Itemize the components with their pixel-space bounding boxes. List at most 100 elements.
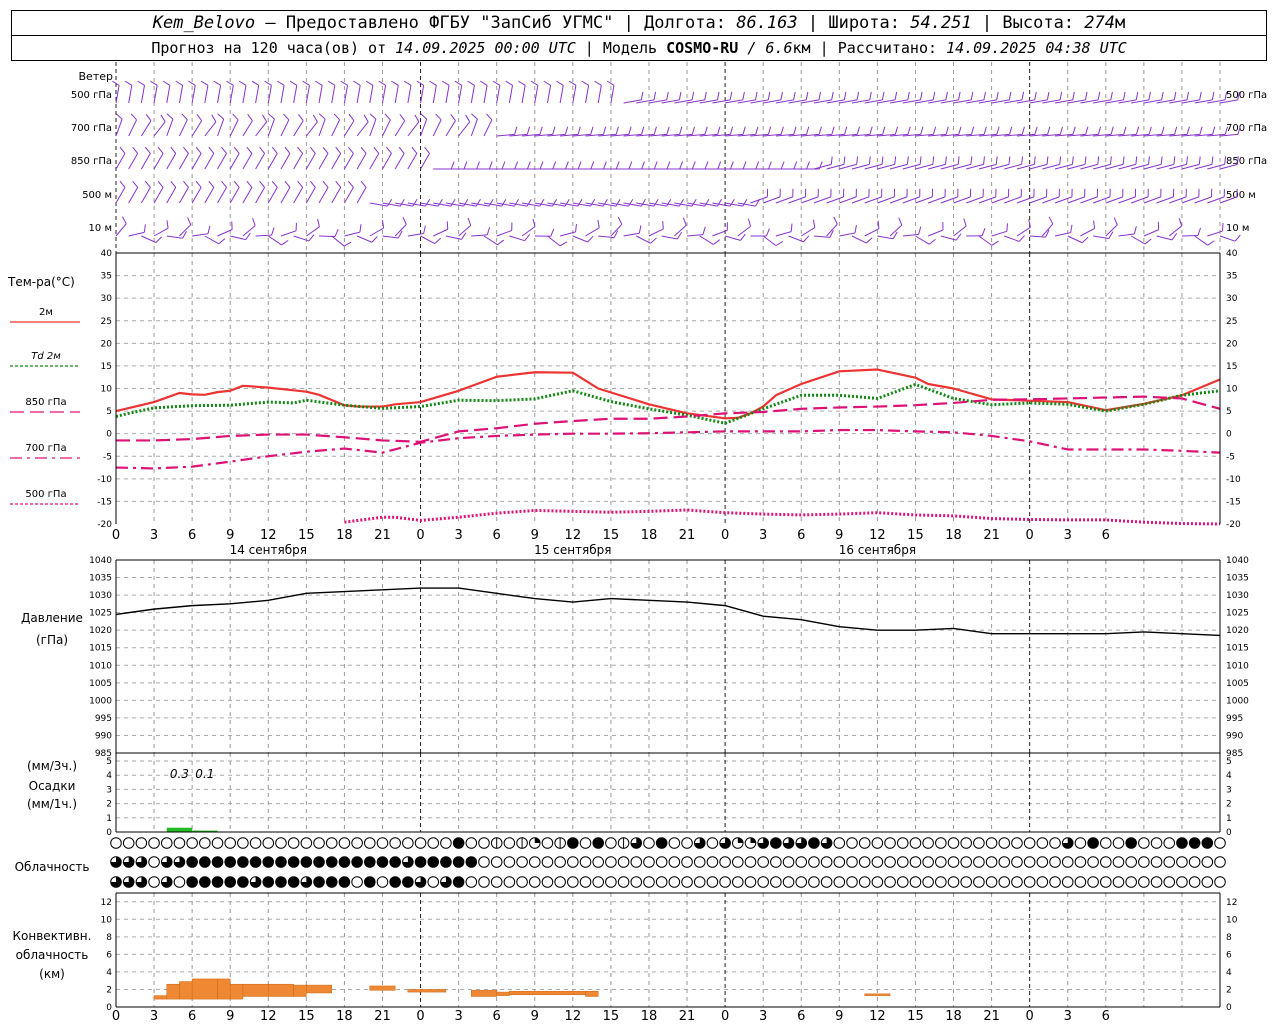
wind-barb <box>217 85 222 104</box>
conv-ytick-right: 4 <box>1226 968 1232 978</box>
wind-barb-feather <box>803 235 810 243</box>
wind-barb <box>356 235 373 243</box>
wind-barb-feather <box>641 161 645 170</box>
cloud-symbol <box>541 876 554 888</box>
x-hour-tick-upper: 18 <box>641 528 658 543</box>
wind-barb-feather <box>271 146 278 154</box>
x-hour-tick-lower: 18 <box>945 1009 962 1024</box>
temp-legend-label: Td 2м <box>31 351 61 362</box>
wind-barb <box>242 153 253 170</box>
wind-barb-feather <box>894 126 899 135</box>
press-ytick-left: 1020 <box>89 626 112 636</box>
wind-barb-feather <box>284 146 291 154</box>
cloud-symbol <box>414 856 427 868</box>
wind-barb-feather <box>312 114 318 123</box>
cloud-symbol <box>1214 837 1226 849</box>
wind-barb <box>305 187 316 204</box>
wind-barb-feather <box>1097 126 1102 135</box>
cloud-symbol <box>579 856 592 868</box>
wind-barb-feather <box>365 80 374 86</box>
x-hour-tick-lower: 15 <box>603 1009 620 1024</box>
wind-barb-feather <box>1122 156 1125 165</box>
temp-ytick-right: 25 <box>1226 317 1237 327</box>
convective-bar <box>496 991 510 996</box>
cloud-symbol <box>643 856 655 868</box>
cloud-symbol <box>427 837 440 849</box>
x-hour-tick-lower: 12 <box>869 1009 886 1024</box>
wind-barb-feather <box>488 161 493 170</box>
wind-barb <box>280 153 291 170</box>
wind-barb <box>877 235 894 240</box>
wind-barb-feather <box>144 180 151 188</box>
wind-barb-feather <box>1173 156 1176 165</box>
wind-barb <box>1118 233 1135 237</box>
wind-barb <box>686 234 704 237</box>
wind-barb-feather <box>983 126 987 135</box>
wind-barb-feather <box>518 80 526 86</box>
wind-barb-feather <box>318 113 326 120</box>
temp-series-line <box>344 508 1221 526</box>
convective-bar <box>153 995 168 1000</box>
wind-barb <box>432 119 442 137</box>
x-hour-tick-lower: 15 <box>907 1009 924 1024</box>
convective-bar <box>191 978 218 1000</box>
wind-barb-feather <box>1084 156 1087 165</box>
wind-barb-feather <box>524 234 531 241</box>
wind-barb <box>140 85 145 104</box>
wind-barb-feather <box>742 91 745 100</box>
wind-barb <box>280 187 291 204</box>
x-hour-tick-lower: 15 <box>298 1009 315 1024</box>
wind-barb-feather <box>1110 91 1113 100</box>
wind-barb-feather <box>775 240 784 247</box>
wind-barb-feather <box>767 126 772 135</box>
conv-ytick-right: 8 <box>1226 933 1232 943</box>
wind-barb-feather <box>334 229 339 237</box>
cloud-symbol <box>909 856 922 868</box>
cloud-symbol <box>681 876 693 888</box>
press-ytick-right: 1005 <box>1226 679 1249 689</box>
wind-barb <box>1156 235 1173 241</box>
wind-barb-feather <box>501 161 506 170</box>
cloud-symbol <box>313 856 325 868</box>
wind-barb-feather <box>818 126 822 135</box>
wind-barb-feather <box>434 237 442 244</box>
wind-barb-feather <box>920 126 924 135</box>
wind-barb <box>648 228 664 237</box>
cloud-symbol <box>313 837 325 849</box>
wind-barb-feather <box>1173 91 1177 100</box>
wind-barb <box>445 120 456 137</box>
wind-barb <box>420 85 425 104</box>
wind-barb-feather <box>995 156 998 165</box>
cloud-symbol <box>1138 856 1150 868</box>
wind-barb-feather <box>501 199 507 207</box>
wind-barb <box>267 153 278 170</box>
wind-barb-feather <box>200 80 209 86</box>
cloud-symbol <box>186 837 198 849</box>
cloud-symbol <box>249 837 262 849</box>
wind-barb-feather <box>195 146 202 154</box>
wind-barb-feather <box>480 80 488 86</box>
wind-barb <box>128 187 139 204</box>
temp-ytick-left: 5 <box>106 407 112 417</box>
wind-barb-feather <box>1072 91 1075 100</box>
wind-barb-feather <box>387 199 393 207</box>
cloud-symbol <box>643 876 655 888</box>
cloud-symbol <box>985 856 998 868</box>
conv-ytick-left: 12 <box>101 898 112 908</box>
wind-barb <box>800 227 816 237</box>
cloud-symbol <box>1201 856 1214 868</box>
cloud-symbol <box>896 876 909 888</box>
x-hour-tick-upper: 18 <box>336 528 353 543</box>
cloud-symbol <box>554 876 566 888</box>
wind-barb-feather <box>790 223 793 232</box>
precip-ytick-left: 5 <box>106 757 112 767</box>
wind-barb-feather <box>233 180 240 188</box>
wind-barb-feather <box>1123 91 1126 100</box>
cloud-symbol <box>617 876 630 888</box>
wind-barb-feather <box>1207 240 1215 246</box>
cloud-symbol <box>1023 856 1036 868</box>
cloud-symbol <box>1087 876 1099 888</box>
wind-barb <box>255 85 260 104</box>
cloud-symbol <box>325 876 338 888</box>
wind-barb-feather <box>991 240 999 246</box>
